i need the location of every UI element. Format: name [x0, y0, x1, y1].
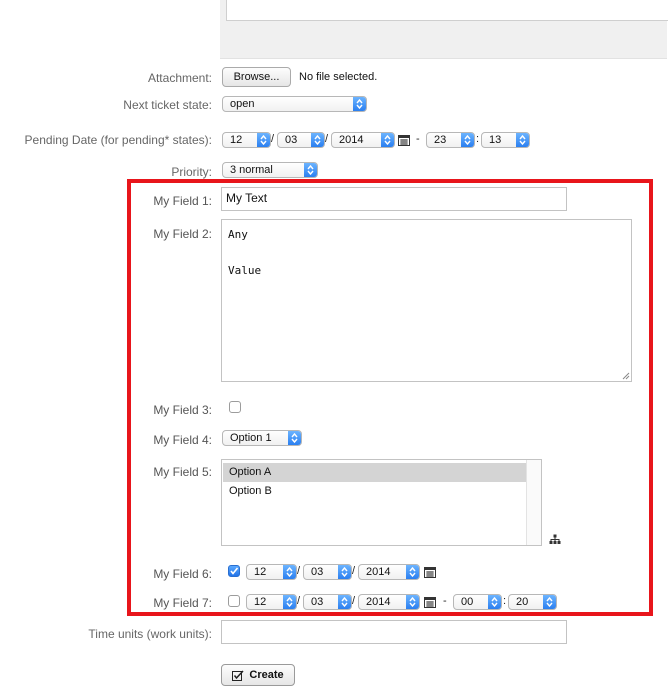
pending-month-value: 03: [285, 134, 298, 146]
field6-label: My Field 6:: [153, 567, 212, 581]
field2-textarea[interactable]: Any Value: [221, 219, 632, 382]
date-separator: /: [352, 565, 356, 577]
time-colon: :: [503, 595, 507, 607]
time-units-input[interactable]: [221, 620, 567, 644]
listbox-scrollbar[interactable]: [526, 460, 541, 545]
pending-year-select[interactable]: 2014: [331, 132, 395, 148]
field3-checkbox[interactable]: [229, 401, 241, 413]
field7-day-select[interactable]: 12: [246, 594, 297, 610]
field7-hour-select[interactable]: 00: [453, 594, 502, 610]
previous-textarea[interactable]: [226, 0, 668, 21]
field4-value: Option 1: [230, 432, 272, 444]
date-separator: /: [297, 595, 301, 607]
create-button-label: Create: [249, 669, 284, 681]
select-arrows-icon: [488, 595, 501, 609]
field7-day-value: 12: [254, 596, 267, 608]
time-units-label: Time units (work units):: [88, 627, 212, 641]
pending-hour-select[interactable]: 23: [426, 132, 475, 148]
field6-month-value: 03: [311, 566, 324, 578]
create-button[interactable]: Create: [221, 664, 295, 686]
attachment-status: No file selected.: [299, 71, 378, 83]
calendar-icon[interactable]: [398, 134, 410, 146]
field4-select[interactable]: Option 1: [222, 430, 302, 446]
time-colon: :: [476, 133, 480, 145]
pending-month-select[interactable]: 03: [277, 132, 325, 148]
pending-minute-value: 13: [489, 134, 502, 146]
select-arrows-icon: [283, 595, 296, 609]
field2-label: My Field 2:: [153, 227, 212, 241]
select-arrows-icon: [516, 133, 529, 147]
edit-check-icon: [232, 669, 244, 681]
field7-hour-value: 00: [461, 596, 474, 608]
list-option[interactable]: Option B: [223, 482, 527, 501]
tree-selection-icon[interactable]: [549, 534, 561, 545]
resize-handle-icon[interactable]: [621, 371, 630, 380]
pending-hour-value: 23: [434, 134, 447, 146]
select-arrows-icon: [543, 595, 556, 609]
field1-label: My Field 1:: [153, 194, 212, 208]
calendar-icon[interactable]: [424, 566, 436, 578]
time-separator: -: [416, 133, 420, 145]
textarea-line: Value: [228, 264, 262, 277]
pending-minute-select[interactable]: 13: [481, 132, 530, 148]
select-arrows-icon: [406, 565, 419, 579]
attachment-label: Attachment:: [147, 71, 212, 85]
field7-month-value: 03: [311, 596, 324, 608]
field7-year-value: 2014: [366, 596, 391, 608]
select-arrows-icon: [257, 133, 270, 147]
select-arrows-icon: [283, 565, 296, 579]
field6-month-select[interactable]: 03: [303, 564, 352, 580]
field7-label: My Field 7:: [153, 596, 212, 610]
next-ticket-state-label: Next ticket state:: [123, 98, 212, 112]
select-arrows-icon: [381, 133, 394, 147]
priority-label: Priority:: [171, 165, 212, 179]
pending-day-select[interactable]: 12: [222, 132, 271, 148]
field6-checkbox[interactable]: [228, 565, 240, 577]
field6-year-select[interactable]: 2014: [358, 564, 420, 580]
checkmark-icon: [230, 567, 239, 575]
pending-date-label: Pending Date (for pending* states):: [24, 133, 212, 147]
priority-select[interactable]: 3 normal: [222, 162, 318, 178]
pending-year-value: 2014: [339, 134, 364, 146]
field6-day-value: 12: [254, 566, 267, 578]
field6-year-value: 2014: [366, 566, 391, 578]
priority-value: 3 normal: [230, 164, 273, 176]
field5-label: My Field 5:: [153, 465, 212, 479]
select-arrows-icon: [461, 133, 474, 147]
field7-minute-select[interactable]: 20: [508, 594, 557, 610]
select-arrows-icon: [304, 163, 317, 177]
browse-button[interactable]: Browse...: [222, 67, 291, 87]
date-separator: /: [325, 133, 329, 145]
date-separator: /: [271, 133, 275, 145]
select-arrows-icon: [338, 595, 351, 609]
select-arrows-icon: [338, 565, 351, 579]
select-arrows-icon: [406, 595, 419, 609]
field7-year-select[interactable]: 2014: [358, 594, 420, 610]
select-arrows-icon: [311, 133, 324, 147]
select-arrows-icon: [353, 97, 366, 111]
field6-day-select[interactable]: 12: [246, 564, 297, 580]
time-separator: -: [443, 595, 447, 607]
date-separator: /: [297, 565, 301, 577]
field7-checkbox[interactable]: [228, 595, 240, 607]
field4-label: My Field 4:: [153, 433, 212, 447]
field3-label: My Field 3:: [153, 403, 212, 417]
list-option[interactable]: Option A: [223, 463, 527, 482]
field7-minute-value: 20: [516, 596, 529, 608]
textarea-line: [228, 244, 625, 262]
field5-multiselect[interactable]: Option A Option B: [221, 459, 542, 546]
date-separator: /: [352, 595, 356, 607]
pending-day-value: 12: [230, 134, 243, 146]
field1-input[interactable]: My Text: [221, 187, 567, 211]
next-ticket-state-value: open: [230, 98, 255, 110]
select-arrows-icon: [288, 431, 301, 445]
field7-month-select[interactable]: 03: [303, 594, 352, 610]
next-ticket-state-select[interactable]: open: [222, 96, 367, 112]
calendar-icon[interactable]: [424, 596, 436, 608]
textarea-line: Any: [228, 228, 248, 241]
